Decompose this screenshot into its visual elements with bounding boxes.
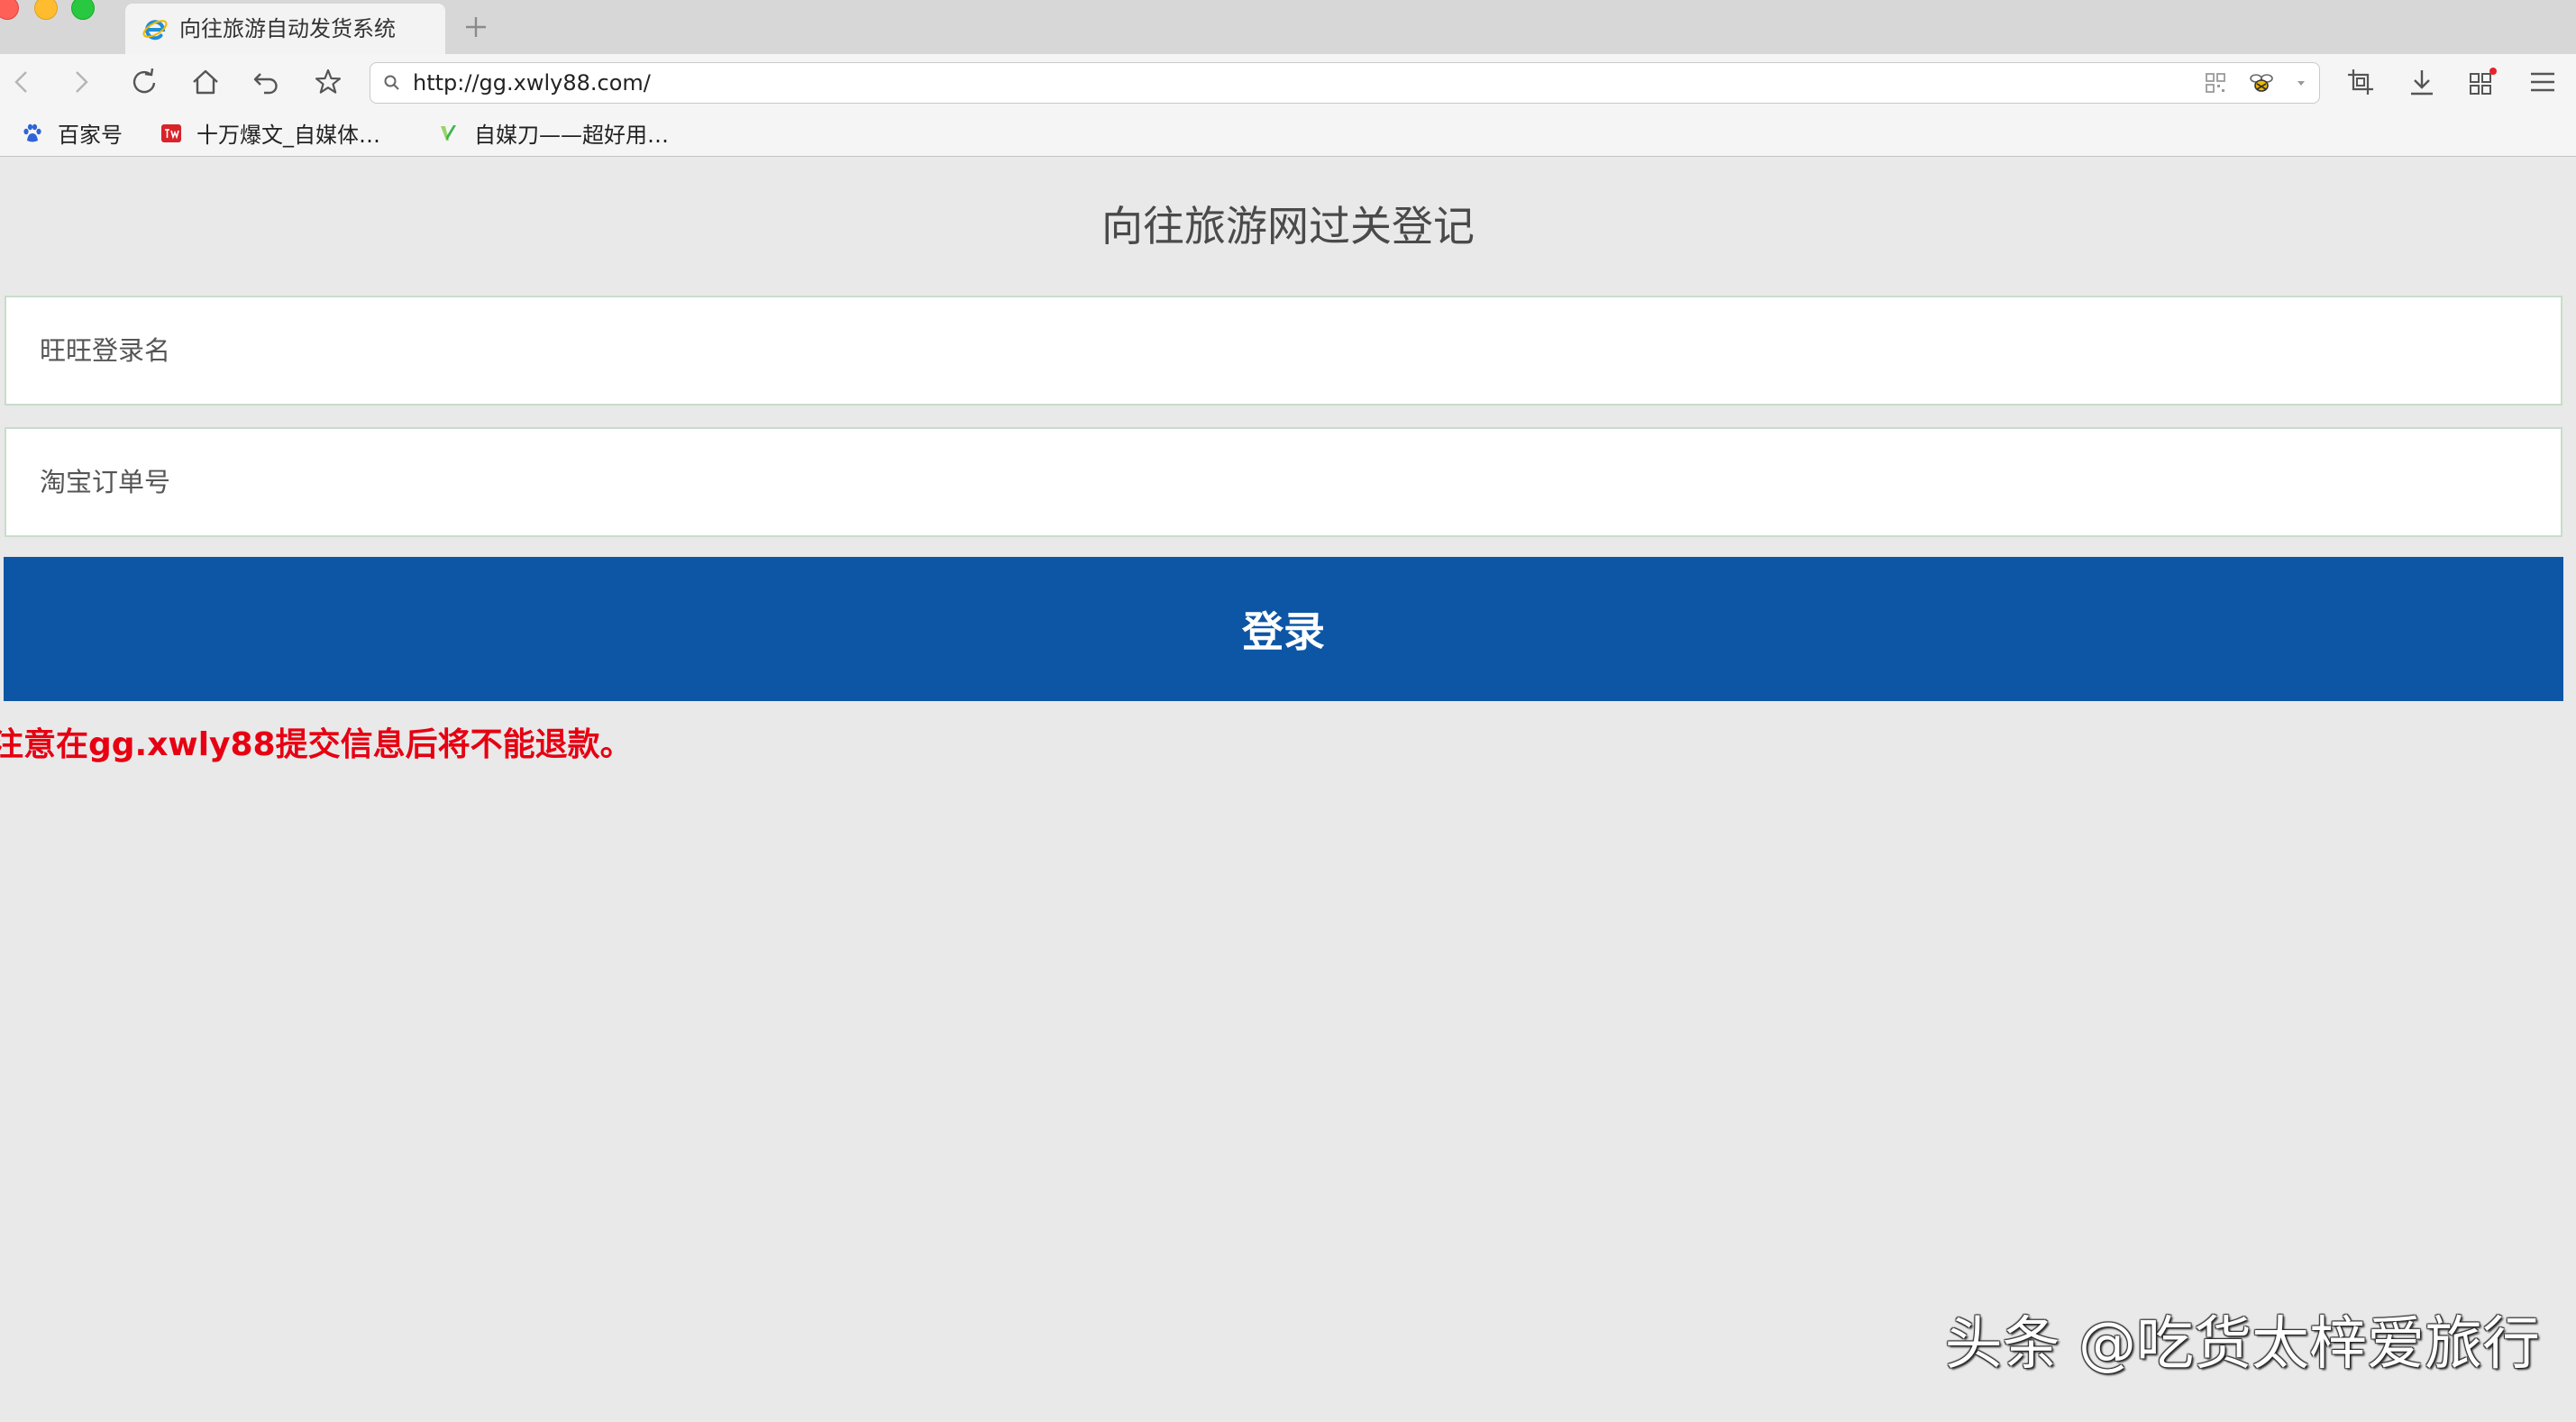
apps-grid-icon[interactable] (2467, 67, 2498, 97)
bee-extension-icon[interactable] (2248, 69, 2275, 96)
tab-strip: 向往旅游自动发货系统 (0, 0, 2576, 54)
refund-notice-text: 注意在gg.xwly88提交信息后将不能退款。 (0, 726, 633, 763)
qr-code-icon[interactable] (2205, 72, 2226, 94)
wangwang-username-input[interactable] (5, 296, 2562, 406)
search-icon (383, 74, 401, 92)
home-icon[interactable] (190, 67, 221, 97)
green-check-icon (438, 123, 460, 144)
forward-arrow-icon[interactable] (65, 67, 96, 97)
bookmark-label: 百家号 (58, 123, 123, 148)
bookmark-item[interactable]: 自媒刀——超好用… (438, 110, 669, 156)
download-icon[interactable] (2407, 67, 2437, 97)
taobao-order-number-input[interactable] (5, 427, 2562, 537)
bookmark-label: 自媒刀——超好用… (474, 123, 669, 148)
dropdown-triangle-icon[interactable] (2295, 77, 2307, 89)
new-tab-plus-icon[interactable] (461, 13, 490, 41)
bookmark-label: 十万爆文_自媒体… (196, 123, 380, 148)
back-arrow-icon[interactable] (7, 67, 38, 97)
bookmarks-bar: 百家号 十万爆文_自媒体… 自媒刀——超好用… (0, 110, 2576, 157)
address-url[interactable]: http://gg.xwly88.com/ (413, 63, 651, 103)
browser-tab-active[interactable]: 向往旅游自动发货系统 (125, 4, 445, 54)
menu-hamburger-icon[interactable] (2527, 67, 2558, 97)
undo-icon[interactable] (251, 67, 281, 97)
navigation-bar: http://gg.xwly88.com/ (0, 54, 2576, 110)
close-window-button[interactable] (0, 0, 19, 20)
minimize-window-button[interactable] (34, 0, 58, 20)
star-bookmark-icon[interactable] (313, 67, 343, 97)
screenshot-crop-icon[interactable] (2345, 67, 2376, 97)
baidu-paw-icon (22, 123, 43, 144)
address-bar[interactable]: http://gg.xwly88.com/ (370, 62, 2320, 104)
reload-icon[interactable] (129, 67, 160, 97)
tab-title: 向往旅游自动发货系统 (179, 16, 396, 41)
page-title: 向往旅游网过关登记 (1101, 202, 1475, 251)
maximize-window-button[interactable] (71, 0, 95, 20)
red-badge-icon (160, 123, 182, 144)
bookmark-item[interactable]: 十万爆文_自媒体… (160, 110, 380, 156)
bookmark-item[interactable]: 百家号 (22, 110, 123, 156)
login-button[interactable]: 登录 (4, 557, 2563, 701)
watermark-text: 头条 @吃货太梓爱旅行 (1944, 1311, 2540, 1378)
ie-e-icon (141, 14, 169, 43)
